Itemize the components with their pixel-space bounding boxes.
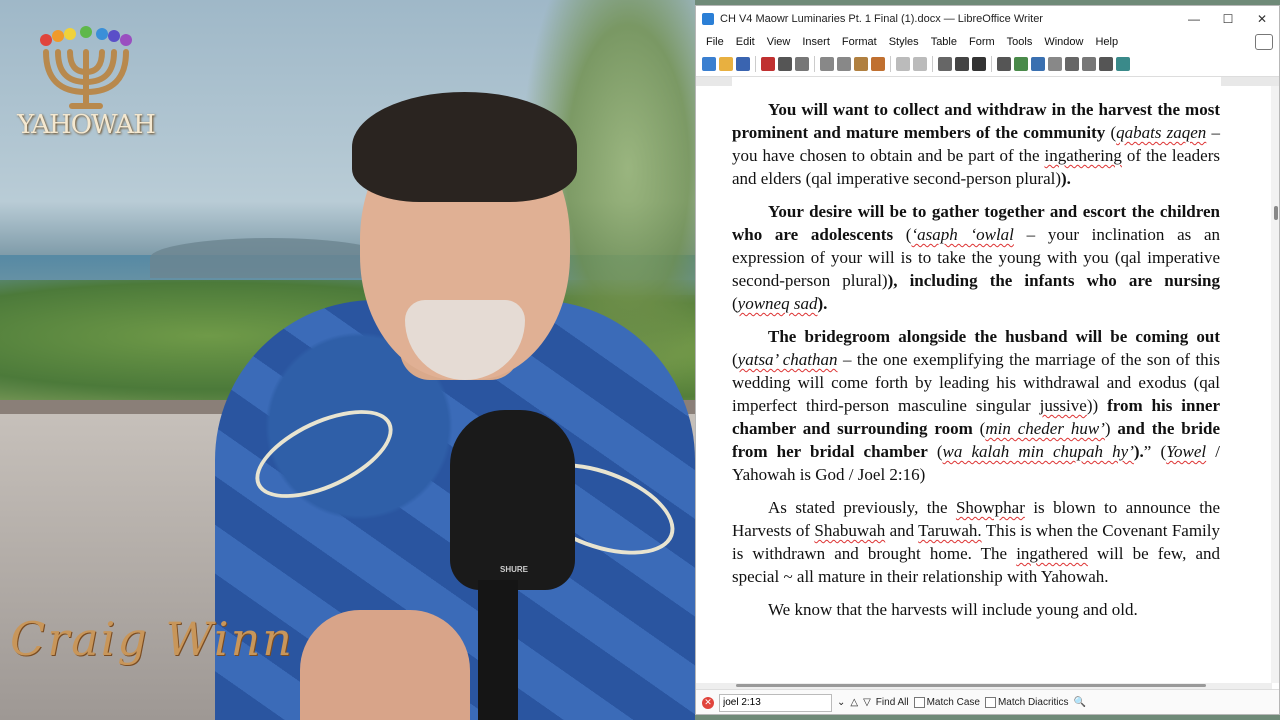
window-title: CH V4 Maowr Luminaries Pt. 1 Final (1).d… bbox=[720, 13, 1043, 25]
transliteration: wa kalah min chupah hy’ bbox=[942, 442, 1134, 461]
toolbar-separator bbox=[755, 56, 756, 72]
redo-icon[interactable] bbox=[913, 57, 927, 71]
toolbar-separator bbox=[991, 56, 992, 72]
clone-formatting-icon[interactable] bbox=[871, 57, 885, 71]
close-button[interactable]: ✕ bbox=[1245, 6, 1279, 32]
insert-chart-icon[interactable] bbox=[1031, 57, 1045, 71]
insert-field-icon[interactable] bbox=[1082, 57, 1096, 71]
spelling-icon[interactable] bbox=[955, 57, 969, 71]
match-diacritics-label: Match Diacritics bbox=[997, 697, 1069, 709]
paragraph: The bridegroom alongside the husband wil… bbox=[732, 327, 1221, 484]
paragraph: We know that the harvests will include y… bbox=[768, 600, 1138, 619]
standard-toolbar bbox=[696, 52, 1279, 77]
misspelled-word: jussive bbox=[1039, 396, 1087, 415]
sidebar-toggle-icon[interactable] bbox=[1255, 34, 1273, 50]
menu-edit[interactable]: Edit bbox=[730, 36, 761, 48]
horizontal-scroll-thumb[interactable] bbox=[736, 684, 1206, 687]
menu-styles[interactable]: Styles bbox=[883, 36, 925, 48]
menu-form[interactable]: Form bbox=[963, 36, 1001, 48]
toolbar-separator bbox=[814, 56, 815, 72]
special-character-icon[interactable] bbox=[1099, 57, 1113, 71]
writer-app-icon bbox=[702, 13, 714, 25]
match-case-label: Match Case bbox=[926, 697, 980, 709]
menu-view[interactable]: View bbox=[761, 36, 797, 48]
maximize-button[interactable]: ☐ bbox=[1211, 6, 1245, 32]
save-icon[interactable] bbox=[736, 57, 750, 71]
vertical-scroll-thumb[interactable] bbox=[1274, 206, 1278, 220]
match-case-option[interactable]: Match Case bbox=[913, 696, 980, 709]
chevron-down-icon[interactable]: ⌄ bbox=[837, 697, 845, 708]
toolbar-separator bbox=[932, 56, 933, 72]
match-diacritics-checkbox[interactable] bbox=[984, 696, 996, 708]
page-break-icon[interactable] bbox=[1065, 57, 1079, 71]
presenter-hair bbox=[352, 92, 577, 202]
transliteration: ‘asaph ‘owlal bbox=[911, 225, 1014, 244]
minimize-button[interactable]: — bbox=[1177, 6, 1211, 32]
bold-text: The bridegroom alongside the husband wil… bbox=[768, 327, 1220, 346]
menu-file[interactable]: File bbox=[700, 36, 730, 48]
toolbar-separator bbox=[890, 56, 891, 72]
paragraph: Your desire will be to gather together a… bbox=[732, 202, 1220, 313]
match-diacritics-option[interactable]: Match Diacritics bbox=[984, 696, 1069, 709]
microphone bbox=[450, 410, 575, 590]
copy-icon[interactable] bbox=[837, 57, 851, 71]
libreoffice-window: CH V4 Maowr Luminaries Pt. 1 Final (1).d… bbox=[695, 5, 1280, 715]
misspelled-word: ingathered bbox=[1016, 544, 1088, 563]
misspelled-word: Shabuwah bbox=[814, 521, 886, 540]
transliteration: yowneq sad bbox=[737, 294, 818, 313]
hyperlink-icon[interactable] bbox=[1116, 57, 1130, 71]
document-canvas[interactable]: You will want to collect and withdraw in… bbox=[696, 86, 1272, 683]
misspelled-word: Showphar bbox=[955, 498, 1025, 517]
misspelled-word: Taruwah. bbox=[918, 521, 982, 540]
document-page[interactable]: You will want to collect and withdraw in… bbox=[732, 98, 1220, 631]
vertical-scrollbar[interactable] bbox=[1271, 86, 1279, 683]
menu-insert[interactable]: Insert bbox=[796, 36, 836, 48]
close-find-icon[interactable]: ✕ bbox=[702, 696, 714, 709]
match-case-checkbox[interactable] bbox=[913, 696, 925, 708]
menu-tools[interactable]: Tools bbox=[1001, 36, 1039, 48]
video-feed: SHURE YAHOWAH Craig Winn bbox=[0, 0, 695, 720]
menu-bar: File Edit View Insert Format Styles Tabl… bbox=[696, 32, 1279, 52]
formatting-marks-icon[interactable] bbox=[972, 57, 986, 71]
new-document-icon[interactable] bbox=[702, 57, 716, 71]
transliteration: yatsa’ chathan bbox=[737, 350, 838, 369]
paragraph: You will want to collect and withdraw in… bbox=[732, 100, 1220, 188]
insert-image-icon[interactable] bbox=[1014, 57, 1028, 71]
misspelled-word: ingathering bbox=[1044, 146, 1122, 165]
find-next-icon[interactable]: ▽ bbox=[863, 697, 871, 708]
print-icon[interactable] bbox=[778, 57, 792, 71]
menu-help[interactable]: Help bbox=[1089, 36, 1124, 48]
undo-icon[interactable] bbox=[896, 57, 910, 71]
find-previous-icon[interactable]: △ bbox=[850, 697, 858, 708]
microphone-stand bbox=[478, 580, 518, 720]
find-input[interactable] bbox=[719, 693, 832, 712]
find-replace-dialog-icon[interactable]: 🔍 bbox=[1074, 697, 1086, 708]
island-hill bbox=[150, 238, 390, 278]
transliteration: qabats zaqen bbox=[1116, 123, 1207, 142]
menu-window[interactable]: Window bbox=[1038, 36, 1089, 48]
find-toolbar: ✕ ⌄ △ ▽ Find All Match Case Match Diacri… bbox=[696, 689, 1279, 714]
insert-textbox-icon[interactable] bbox=[1048, 57, 1062, 71]
menu-format[interactable]: Format bbox=[836, 36, 883, 48]
find-all-button[interactable]: Find All bbox=[876, 697, 909, 708]
export-pdf-icon[interactable] bbox=[761, 57, 775, 71]
logo-text: YAHOWAH bbox=[17, 110, 156, 140]
paste-icon[interactable] bbox=[854, 57, 868, 71]
microphone-brand: SHURE bbox=[500, 565, 529, 574]
cut-icon[interactable] bbox=[820, 57, 834, 71]
print-preview-icon[interactable] bbox=[795, 57, 809, 71]
menu-table[interactable]: Table bbox=[925, 36, 963, 48]
paragraph: As stated previously, the Showphar is bl… bbox=[732, 498, 1221, 586]
signature-overlay: Craig Winn bbox=[10, 612, 294, 666]
title-bar: CH V4 Maowr Luminaries Pt. 1 Final (1).d… bbox=[696, 6, 1279, 32]
find-replace-icon[interactable] bbox=[938, 57, 952, 71]
insert-table-icon[interactable] bbox=[997, 57, 1011, 71]
transliteration: Yowel bbox=[1166, 442, 1207, 461]
menorah-logo: YAHOWAH bbox=[16, 22, 156, 152]
menorah-icon bbox=[40, 26, 132, 109]
transliteration: min cheder huw’ bbox=[985, 419, 1105, 438]
presenter-hand bbox=[300, 610, 470, 720]
open-folder-icon[interactable] bbox=[719, 57, 733, 71]
